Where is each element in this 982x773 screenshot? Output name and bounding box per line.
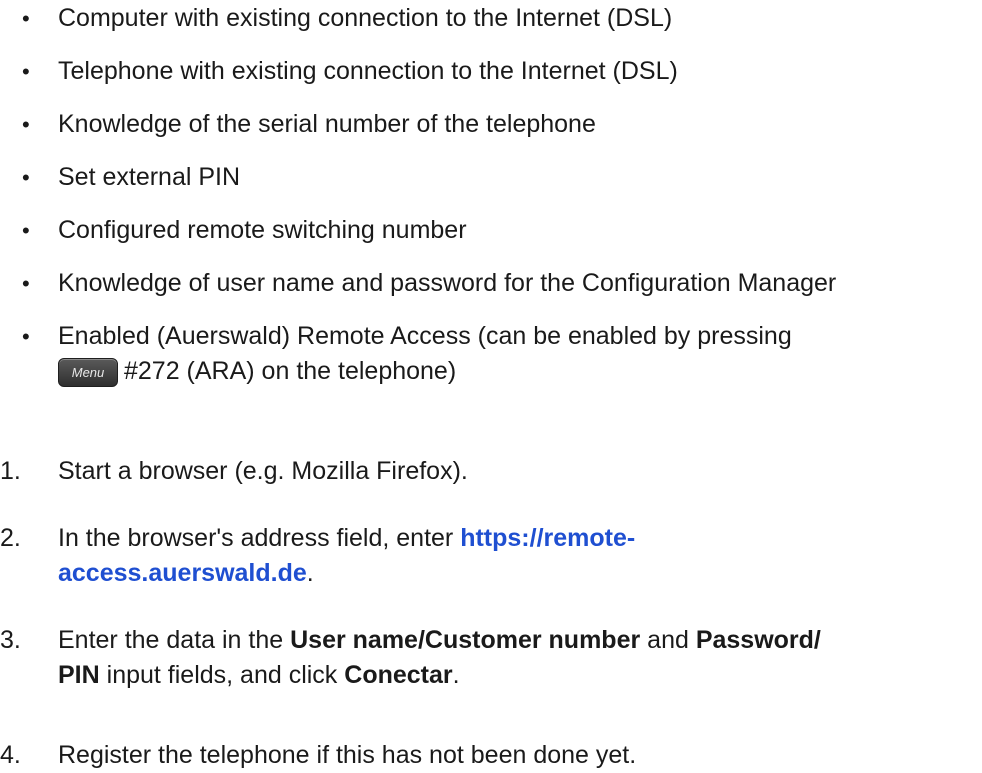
bullet-icon: • (22, 59, 30, 84)
step-text-part: . (306, 559, 314, 587)
step-text: Enter the data in the User name/Customer… (58, 623, 968, 693)
remote-access-link-continued[interactable]: access.auerswald.de (58, 559, 307, 587)
bullet-icon: • (22, 112, 30, 137)
step-number: 4. (0, 741, 21, 769)
step-text-part: input fields, and click (99, 661, 345, 689)
requirement-text: Configured remote switching number (58, 216, 467, 244)
step-text: Register the telephone if this has not b… (58, 741, 637, 769)
bullet-icon: • (22, 324, 30, 349)
button-name-conectar: Conectar (344, 661, 453, 689)
requirement-text: Knowledge of the serial number of the te… (58, 110, 596, 138)
field-name-user: User name/Customer number (290, 626, 641, 654)
step-text-part: In the browser's address field, enter (58, 524, 461, 552)
requirement-text: Computer with existing connection to the… (58, 4, 673, 32)
requirement-text: Telephone with existing connection to th… (58, 57, 678, 85)
requirement-text: Set external PIN (58, 163, 241, 191)
bullet-icon: • (22, 6, 30, 31)
step-text-part: . (452, 661, 460, 689)
document-page: • Computer with existing connection to t… (0, 0, 982, 769)
remote-access-link[interactable]: https://remote- (460, 524, 635, 552)
requirement-text-part: Enabled (Auerswald) Remote Access (can b… (58, 322, 792, 350)
bullet-icon: • (22, 271, 30, 296)
requirement-text: Knowledge of user name and password for … (58, 269, 837, 297)
field-name-password: Password/ (695, 626, 821, 654)
step-text-part: and (640, 626, 696, 654)
menu-key-icon: Menu (58, 358, 118, 387)
requirement-text: Enabled (Auerswald) Remote Access (can b… (58, 319, 958, 389)
step-number: 3. (0, 626, 21, 654)
step-text-part: Enter the data in the (58, 626, 291, 654)
bullet-icon: • (22, 218, 30, 243)
bullet-icon: • (22, 165, 30, 190)
step-text: Start a browser (e.g. Mozilla Firefox). (58, 457, 468, 485)
requirement-text-part: #272 (ARA) on the telephone) (124, 357, 457, 385)
field-name-pin: PIN (58, 661, 100, 689)
step-text: In the browser's address field, enter ht… (58, 521, 968, 591)
step-number: 2. (0, 524, 21, 552)
step-number: 1. (0, 457, 21, 485)
